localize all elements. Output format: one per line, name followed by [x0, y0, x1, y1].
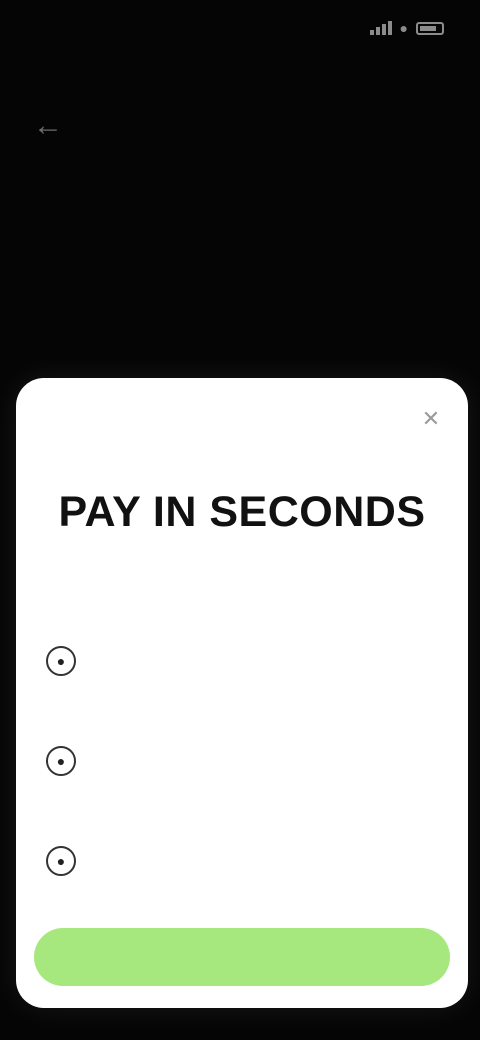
signal-icon [369, 21, 392, 35]
wifi-icon: ● [399, 20, 408, 36]
close-icon: ✕ [421, 406, 441, 431]
step-three-icon: ● [46, 846, 76, 876]
close-button[interactable]: ✕ [416, 404, 446, 434]
step-two-icon: ● [46, 746, 76, 776]
list-item: ● [16, 736, 468, 816]
back-arrow-icon: ← [33, 109, 63, 142]
pay-in-seconds-sheet: ✕ PAY IN SECONDS ● ● ● [16, 378, 468, 1008]
status-bar: ● [0, 0, 480, 56]
list-item: ● [16, 836, 468, 916]
status-icons: ● [369, 20, 444, 36]
battery-icon [416, 21, 444, 35]
sheet-title: PAY IN SECONDS [58, 488, 426, 536]
step-one-icon: ● [46, 646, 76, 676]
continue-button[interactable] [34, 928, 450, 986]
back-button[interactable]: ← [28, 106, 68, 146]
list-item: ● [16, 636, 468, 716]
